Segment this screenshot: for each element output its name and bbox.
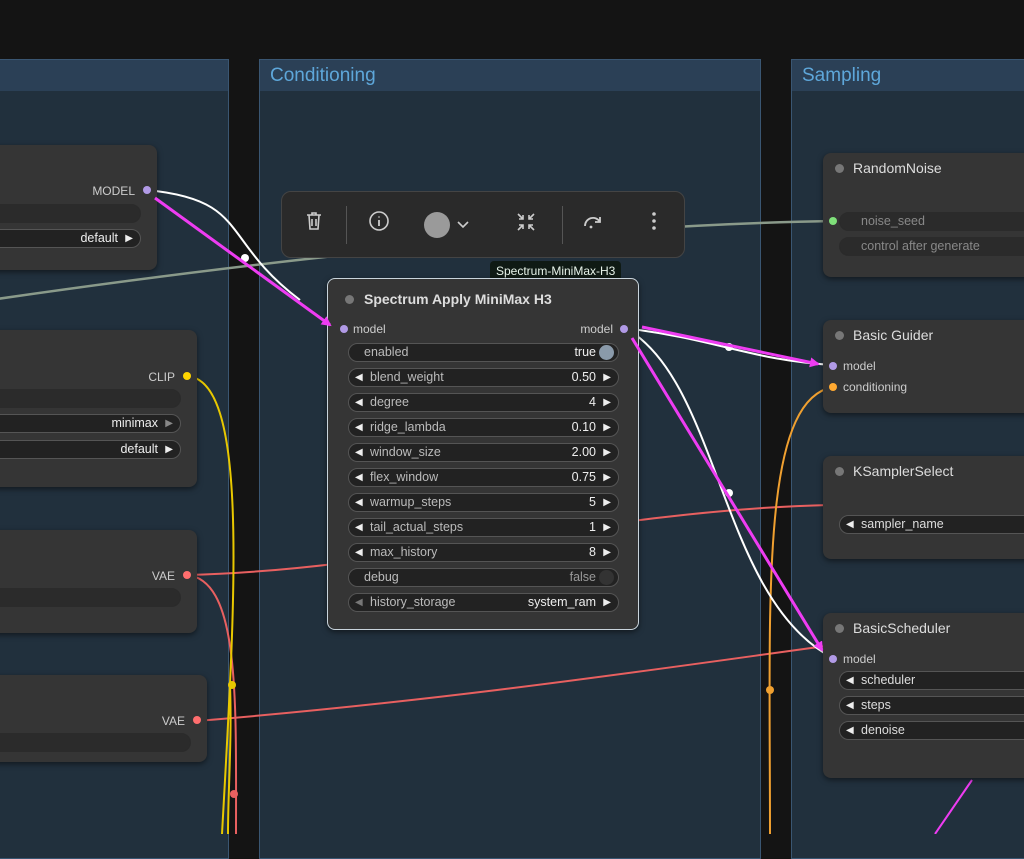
annotation-arrows	[154, 196, 824, 652]
annotation-arrow-2	[641, 325, 820, 368]
annotation-arrow-3	[630, 337, 824, 652]
annotation-arrow-1	[154, 196, 332, 327]
